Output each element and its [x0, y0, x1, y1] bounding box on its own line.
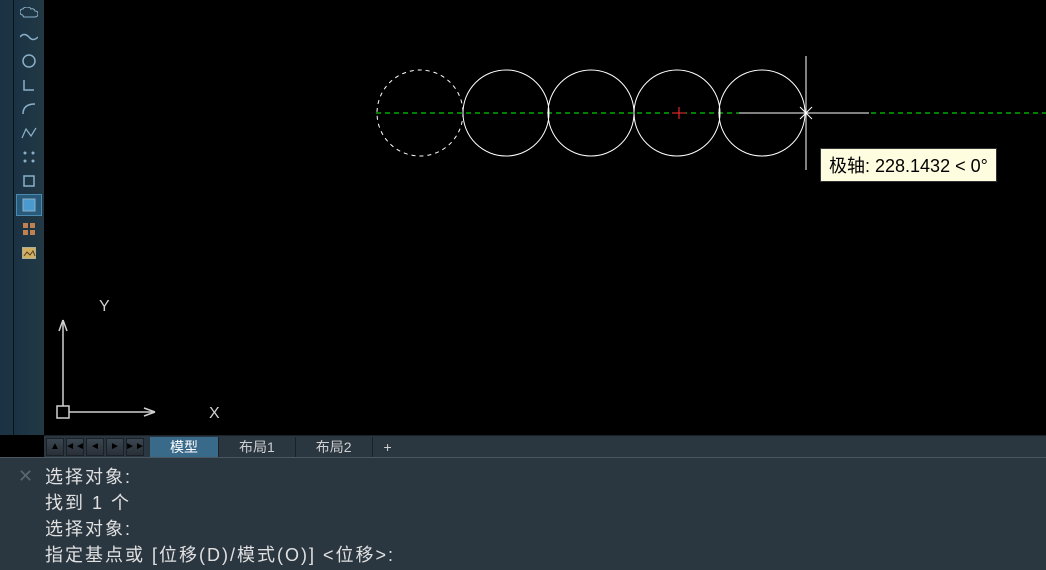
image-icon[interactable] [16, 242, 42, 264]
tab-nav-next[interactable]: ► [106, 438, 124, 456]
polyline-icon[interactable] [16, 122, 42, 144]
circle-icon[interactable] [16, 50, 42, 72]
canvas-area[interactable]: Y X 极轴: 228.1432 < 0° [44, 0, 1046, 435]
y-axis-label: Y [99, 298, 110, 316]
tab-0[interactable]: 模型 [150, 437, 219, 457]
tab-2[interactable]: 布局2 [296, 437, 373, 457]
ucs-icon [57, 320, 155, 418]
wave-icon[interactable] [16, 26, 42, 48]
left-toolbar [0, 0, 44, 435]
tab-add-button[interactable]: + [373, 437, 403, 457]
tab-nav-prev[interactable]: ◄ [86, 438, 104, 456]
tabs-bar: ▲ ◄◄ ◄ ► ►► 模型布局1布局2 + [44, 435, 1046, 457]
tab-nav-up[interactable]: ▲ [46, 438, 64, 456]
hatch-icon[interactable] [16, 194, 42, 216]
command-line: 选择对象: [45, 516, 1036, 542]
command-line: 指定基点或 [位移(D)/模式(O)] <位移>: [45, 542, 1036, 568]
corner-icon[interactable] [16, 74, 42, 96]
tab-1[interactable]: 布局1 [219, 437, 296, 457]
arc-icon[interactable] [16, 98, 42, 120]
command-line: 选择对象: [45, 464, 1036, 490]
grid-icon[interactable] [16, 218, 42, 240]
dots-icon[interactable] [16, 146, 42, 168]
close-command-icon[interactable]: ✕ [18, 466, 33, 487]
cloud-icon[interactable] [16, 2, 42, 24]
tab-nav-first[interactable]: ◄◄ [66, 438, 84, 456]
command-area: ✕ 选择对象:找到 1 个选择对象:指定基点或 [位移(D)/模式(O)] <位… [0, 457, 1046, 570]
command-line: 找到 1 个 [45, 490, 1036, 516]
square-icon[interactable] [16, 170, 42, 192]
tab-nav-last[interactable]: ►► [126, 438, 144, 456]
x-axis-label: X [209, 405, 220, 423]
command-history: 选择对象:找到 1 个选择对象:指定基点或 [位移(D)/模式(O)] <位移>… [45, 464, 1036, 568]
polar-tooltip: 极轴: 228.1432 < 0° [820, 148, 997, 182]
